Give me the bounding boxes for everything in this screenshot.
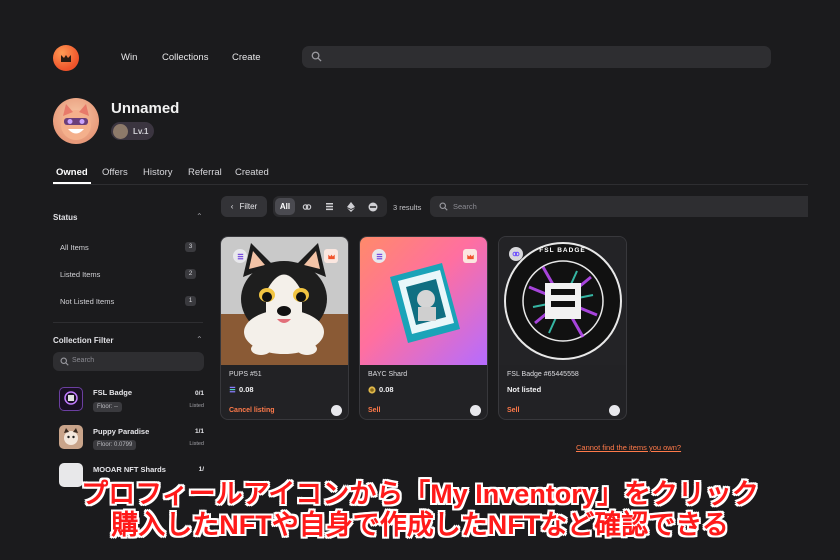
nft-card[interactable]: PUPS #51 0.08 Cancel listing: [220, 236, 349, 420]
caption-line-2: 購入したNFTや自身で作成したNFTなど確認できる: [111, 510, 729, 540]
nft-card[interactable]: BAYC Shard 0.08 Sell: [359, 236, 488, 420]
sidebar-divider: [53, 322, 203, 323]
cannot-find-items-link[interactable]: Cannot find the items you own?: [576, 443, 681, 452]
fsl-badge-thumbnail: [59, 387, 83, 411]
cancel-listing-button[interactable]: Cancel listing: [229, 407, 275, 414]
chevron-left-icon: ‹: [230, 202, 234, 211]
price-value: Not listed: [507, 385, 542, 394]
status-section-title: Status: [53, 213, 78, 222]
mooar-listing-icon: [324, 249, 338, 263]
nft-card[interactable]: FSL BADGE FSL Badge #65445558 Not listed…: [498, 236, 627, 420]
search-placeholder: Search: [72, 357, 95, 364]
link-chain-icon: [509, 247, 523, 261]
collection-search-input[interactable]: Search: [53, 352, 204, 371]
tab-owned[interactable]: Owned: [56, 167, 88, 178]
filter-button[interactable]: ‹ Filter: [221, 196, 267, 217]
mini-avatar: [113, 123, 128, 139]
level-badge: Lv.1: [111, 122, 154, 140]
avatar[interactable]: [53, 98, 99, 144]
tab-created[interactable]: Created: [235, 167, 269, 178]
count-badge: 1: [185, 296, 196, 306]
gmt-token-icon: [368, 385, 376, 394]
tabs-divider: [53, 184, 808, 185]
chain-filter-group: All: [273, 196, 387, 217]
results-count: 3 results: [393, 203, 422, 212]
tab-offers[interactable]: Offers: [102, 167, 128, 178]
solana-icon: [229, 386, 236, 393]
sell-button[interactable]: Sell: [507, 407, 519, 414]
level-label: Lv.1: [133, 126, 149, 136]
ethereum-icon[interactable]: [341, 198, 361, 215]
floor-price: Floor: 0.0799: [93, 440, 137, 450]
collection-name[interactable]: FSL Badge: [93, 388, 132, 397]
sell-button[interactable]: Sell: [368, 407, 380, 414]
reward-icon: [331, 405, 342, 416]
nav-collections[interactable]: Collections: [162, 52, 208, 63]
tab-referral[interactable]: Referral: [188, 167, 222, 178]
nft-name: FSL Badge #65445558: [507, 371, 579, 378]
nft-price: 0.08: [368, 385, 394, 394]
bnb-chain-icon[interactable]: [363, 198, 383, 215]
active-tab-indicator: [53, 182, 91, 184]
search-icon: [60, 357, 69, 366]
link-chain-icon[interactable]: [297, 198, 317, 215]
collection-filter-title: Collection Filter: [53, 336, 114, 345]
nft-price: 0.08: [229, 385, 254, 394]
nft-name: BAYC Shard: [368, 371, 408, 378]
global-search-input[interactable]: [302, 46, 771, 68]
filter-label: Filter: [239, 202, 258, 211]
nav-win[interactable]: Win: [121, 52, 137, 63]
chevron-up-icon[interactable]: ⌃: [196, 335, 203, 344]
solana-chain-icon: [372, 249, 386, 263]
mooar-logo[interactable]: [53, 45, 79, 71]
search-placeholder: Search: [453, 202, 477, 211]
status-not-listed-items[interactable]: Not Listed Items: [60, 297, 114, 306]
nav-create[interactable]: Create: [232, 52, 261, 63]
floor-price: Floor: --: [93, 402, 122, 412]
search-icon: [311, 51, 322, 62]
reward-icon: [609, 405, 620, 416]
price-value: 0.08: [239, 385, 254, 394]
chain-all-button[interactable]: All: [275, 198, 295, 215]
owned-fraction: 1/1: [194, 428, 204, 435]
owned-fraction: 0/1: [194, 390, 204, 397]
items-search-input[interactable]: Search: [430, 196, 808, 217]
price-value: 0.08: [379, 385, 394, 394]
count-badge: 3: [185, 242, 196, 252]
status-listed-items[interactable]: Listed Items: [60, 270, 100, 279]
tab-history[interactable]: History: [143, 167, 173, 178]
count-badge: 2: [185, 269, 196, 279]
status-all-items[interactable]: All Items: [60, 243, 89, 252]
reward-icon: [470, 405, 481, 416]
profile-name: Unnamed: [111, 100, 180, 117]
collection-name[interactable]: Puppy Paradise: [93, 427, 149, 436]
search-icon: [439, 202, 448, 211]
nft-price: Not listed: [507, 385, 541, 394]
nft-name: PUPS #51: [229, 371, 262, 378]
chevron-up-icon[interactable]: ⌃: [196, 212, 203, 221]
solana-icon[interactable]: [319, 198, 339, 215]
mooar-listing-icon: [463, 249, 477, 263]
listed-status: Listed: [189, 441, 204, 447]
puppy-paradise-thumbnail: [59, 425, 83, 449]
listed-status: Listed: [189, 403, 204, 409]
solana-chain-icon: [233, 249, 247, 263]
